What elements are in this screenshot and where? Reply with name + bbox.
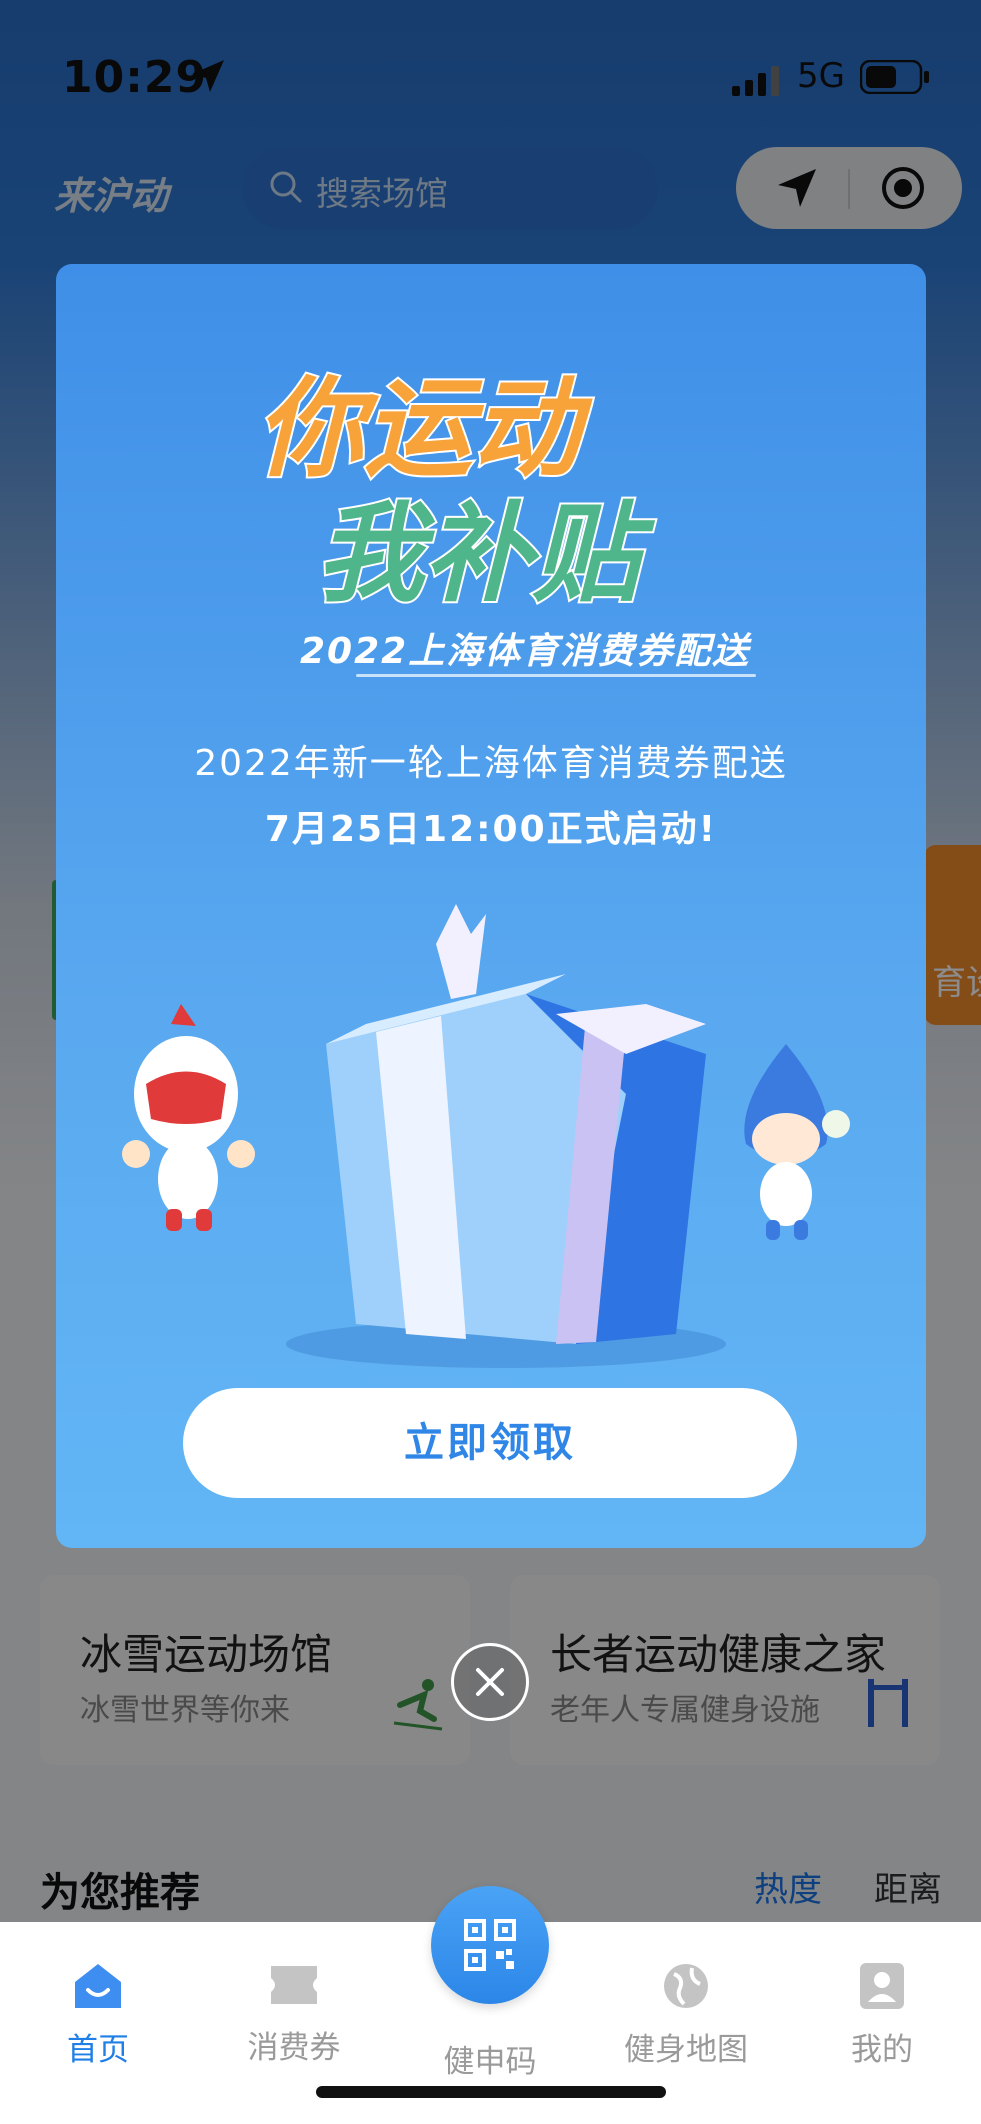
close-popup-button[interactable] (451, 1643, 529, 1721)
home-indicator (316, 2086, 666, 2098)
description-line1: 2022年新一轮上海体育消费券配送 (194, 743, 788, 784)
hero-subtitle: 2022上海体育消费券配送 (300, 631, 751, 672)
tab-label-health-code[interactable]: 健申码 (400, 2036, 580, 2081)
tab-label: 健身地图 (624, 2032, 748, 2068)
claim-now-button[interactable]: 立即领取 (183, 1388, 797, 1498)
tab-vouchers[interactable]: 消费券 (204, 1962, 384, 2067)
home-icon (75, 1964, 121, 2008)
health-code-button[interactable] (431, 1886, 549, 2004)
globe-icon (664, 1964, 708, 2008)
profile-icon (860, 1963, 904, 2009)
tab-fitness-map[interactable]: 健身地图 (596, 1962, 776, 2069)
tab-label: 首页 (67, 2032, 129, 2068)
hero-title-graphic: 你运动 我补贴 (256, 365, 658, 619)
tab-label: 消费券 (247, 2030, 341, 2066)
left-mascot-illustration (122, 1004, 255, 1231)
right-mascot-illustration (744, 1044, 850, 1240)
ticket-icon (271, 1966, 317, 2004)
tab-label: 我的 (851, 2032, 913, 2068)
hero-line1: 你运动 (256, 367, 593, 492)
tab-home[interactable]: 首页 (8, 1962, 188, 2069)
subtitle-underline (356, 674, 756, 677)
description-line2: 7月25日12:00正式启动! (264, 809, 718, 850)
gift-box-illustration (286, 904, 726, 1368)
hero-line2: 我补贴 (316, 492, 656, 617)
close-icon (476, 1668, 504, 1696)
tab-profile[interactable]: 我的 (792, 1962, 972, 2069)
voucher-popup: 你运动 我补贴 2022上海体育消费券配送 2022年新一轮上海体育消费券配送 … (56, 264, 926, 1548)
qr-code-icon (464, 1919, 516, 1971)
